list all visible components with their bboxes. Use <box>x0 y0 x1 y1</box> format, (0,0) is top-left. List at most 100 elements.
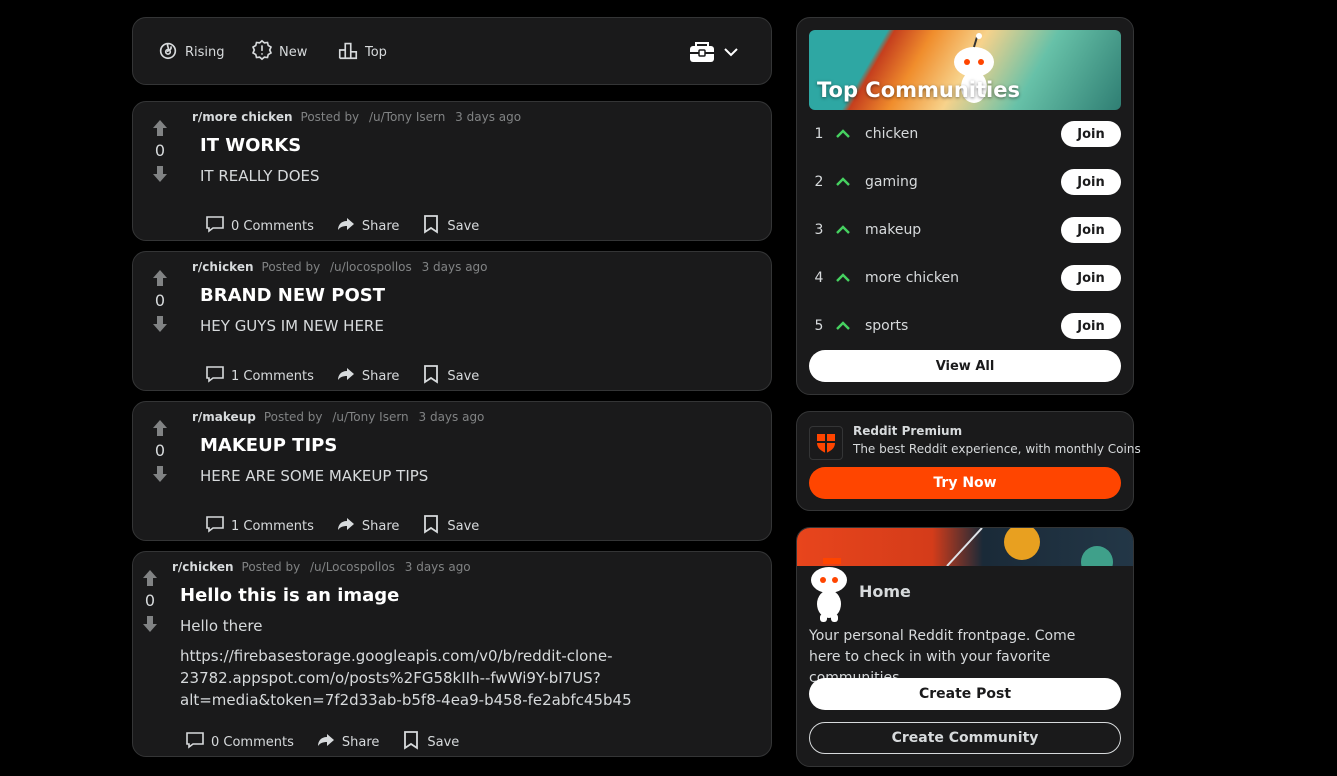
share-button[interactable]: Share <box>336 214 400 238</box>
downvote-icon[interactable] <box>140 614 160 634</box>
downvote-icon[interactable] <box>150 314 170 334</box>
post-author-link[interactable]: /u/Tony Isern <box>369 110 445 124</box>
sort-new-button[interactable]: New <box>251 36 307 68</box>
post-body: HERE ARE SOME MAKEUP TIPS <box>200 467 429 485</box>
share-button[interactable]: Share <box>316 730 380 754</box>
try-now-button[interactable]: Try Now <box>809 467 1121 499</box>
save-button[interactable]: Save <box>401 730 459 754</box>
top-communities-title: Top Communities <box>817 78 1020 102</box>
community-name[interactable]: chicken <box>857 126 1061 142</box>
post-author-link[interactable]: /u/locospollos <box>330 260 412 274</box>
post-subreddit-link[interactable]: r/makeup <box>192 410 256 424</box>
community-row[interactable]: 2 gaming Join <box>809 167 1121 197</box>
create-post-button[interactable]: Create Post <box>809 678 1121 710</box>
share-icon <box>336 514 356 538</box>
community-rank: 4 <box>814 270 824 286</box>
community-rank: 3 <box>814 222 824 238</box>
post-subreddit-link[interactable]: r/more chicken <box>192 110 293 124</box>
save-label: Save <box>447 518 480 534</box>
post-body: IT REALLY DOES <box>200 167 320 185</box>
post-title[interactable]: IT WORKS <box>200 135 301 156</box>
save-button[interactable]: Save <box>421 514 479 538</box>
sort-new-label: New <box>279 44 308 60</box>
post-subreddit-link[interactable]: r/chicken <box>192 260 254 274</box>
post-subreddit-link[interactable]: r/chicken <box>172 560 234 574</box>
chevron-down-icon <box>723 44 739 64</box>
comments-button[interactable]: 1 Comments <box>205 364 314 388</box>
community-row[interactable]: 3 makeup Join <box>809 215 1121 245</box>
post-title[interactable]: MAKEUP TIPS <box>200 435 337 456</box>
share-label: Share <box>361 218 400 234</box>
community-name[interactable]: gaming <box>857 174 1061 190</box>
comments-button[interactable]: 1 Comments <box>205 514 314 538</box>
post-title[interactable]: Hello this is an image <box>180 585 399 606</box>
comments-count: 0 Comments <box>211 734 294 750</box>
trending-up-icon <box>829 173 857 191</box>
layout-toggle-button[interactable] <box>689 40 739 68</box>
upvote-icon[interactable] <box>150 268 170 288</box>
post-image-url[interactable]: https://firebasestorage.googleapis.com/v… <box>180 645 760 711</box>
posted-by-label: Posted by <box>261 260 321 274</box>
sort-top-button[interactable]: Top <box>337 36 387 68</box>
sort-rising-label: Rising <box>185 44 225 60</box>
vote-count: 0 <box>154 141 166 160</box>
home-title: Home <box>859 582 911 601</box>
comments-button[interactable]: 0 Comments <box>205 214 314 238</box>
upvote-icon[interactable] <box>140 568 160 588</box>
join-button[interactable]: Join <box>1061 265 1121 291</box>
rising-icon <box>157 39 179 65</box>
upvote-icon[interactable] <box>150 118 170 138</box>
view-all-button[interactable]: View All <box>809 350 1121 382</box>
community-row[interactable]: 1 chicken Join <box>809 119 1121 149</box>
vote-column: 0 <box>149 418 171 484</box>
upvote-icon[interactable] <box>150 418 170 438</box>
premium-description: The best Reddit experience, with monthly… <box>853 442 1141 456</box>
downvote-icon[interactable] <box>150 164 170 184</box>
join-button[interactable]: Join <box>1061 217 1121 243</box>
share-icon <box>336 364 356 388</box>
post-image-url-line: https://firebasestorage.googleapis.com/v… <box>180 647 613 665</box>
sort-top-label: Top <box>365 44 387 60</box>
join-button[interactable]: Join <box>1061 121 1121 147</box>
join-button[interactable]: Join <box>1061 313 1121 339</box>
save-icon <box>401 730 421 754</box>
post-card[interactable]: 0 r/chicken Posted by /u/Locospollos 3 da… <box>132 551 772 757</box>
post-title[interactable]: BRAND NEW POST <box>200 285 385 306</box>
save-icon <box>421 214 441 238</box>
community-row[interactable]: 5 sports Join <box>809 311 1121 341</box>
community-row[interactable]: 4 more chicken Join <box>809 263 1121 293</box>
new-icon <box>251 39 273 65</box>
post-card[interactable]: 0 r/more chicken Posted by /u/Tony Isern … <box>132 101 772 241</box>
post-image-url-line: 23782.appspot.com/o/posts%2FG58kIIh--fwW… <box>180 669 601 687</box>
save-button[interactable]: Save <box>421 214 479 238</box>
community-name[interactable]: more chicken <box>857 270 1061 286</box>
post-body: Hello there <box>180 617 263 635</box>
share-button[interactable]: Share <box>336 514 399 538</box>
community-name[interactable]: makeup <box>857 222 1061 238</box>
post-author-link[interactable]: /u/Locospollos <box>310 560 395 574</box>
posted-by-label: Posted by <box>263 410 323 424</box>
community-name[interactable]: sports <box>857 318 1061 334</box>
join-button[interactable]: Join <box>1061 169 1121 195</box>
posted-by-label: Posted by <box>300 110 360 124</box>
post-time: 3 days ago <box>404 560 471 574</box>
share-label: Share <box>341 734 380 750</box>
top-communities-card: Top Communities 1 chicken Join 2 gaming … <box>796 17 1134 395</box>
post-author-link[interactable]: /u/Tony Isern <box>332 410 408 424</box>
post-meta: r/chicken Posted by /u/locospollos 3 days… <box>192 260 488 274</box>
post-card[interactable]: 0 r/chicken Posted by /u/locospollos 3 da… <box>132 251 772 391</box>
comments-count: 0 Comments <box>231 218 314 234</box>
downvote-icon[interactable] <box>150 464 170 484</box>
save-icon <box>421 514 441 538</box>
post-card[interactable]: 0 r/makeup Posted by /u/Tony Isern 3 days… <box>132 401 772 541</box>
comments-button[interactable]: 0 Comments <box>185 730 294 754</box>
sort-rising-button[interactable]: Rising <box>157 36 225 68</box>
premium-shield-icon <box>809 426 843 460</box>
comments-count: 1 Comments <box>231 368 314 384</box>
trending-up-icon <box>829 269 857 287</box>
share-button[interactable]: Share <box>336 364 399 388</box>
save-button[interactable]: Save <box>421 364 479 388</box>
post-time: 3 days ago <box>418 410 485 424</box>
create-community-button[interactable]: Create Community <box>809 722 1121 754</box>
snoo-icon <box>811 558 847 622</box>
